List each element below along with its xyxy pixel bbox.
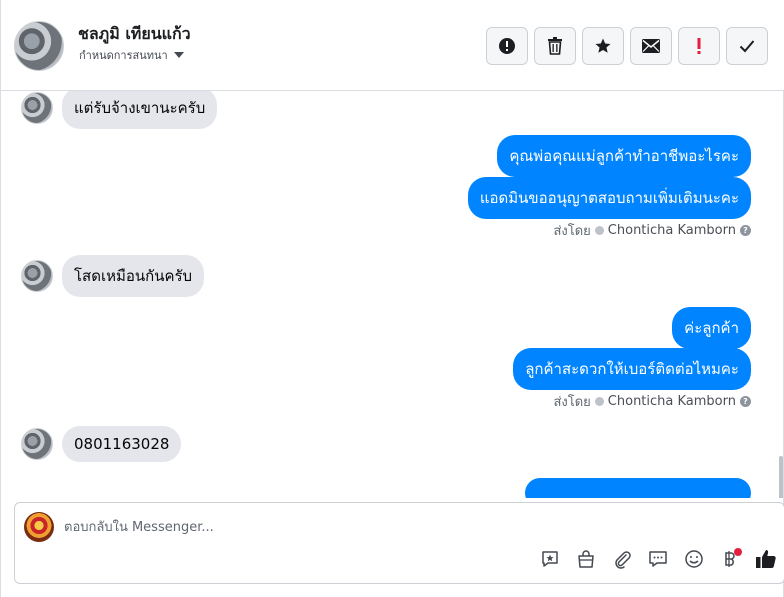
contact-avatar[interactable] xyxy=(14,21,64,71)
assign-conversation-label: กำหนดการสนทนา xyxy=(79,49,168,62)
composer-toolbar xyxy=(538,547,778,571)
contact-name[interactable]: ชลภูมิ เทียนแก้ว xyxy=(78,22,191,47)
emoji-button[interactable] xyxy=(682,547,706,571)
verified-icon xyxy=(594,397,604,406)
mark-done-button[interactable] xyxy=(726,27,768,65)
attachment-icon xyxy=(615,551,631,569)
sent-by-line: ส่งโดย Chonticha Kamborn ? xyxy=(553,220,751,241)
shop-button[interactable] xyxy=(574,547,598,571)
spam-button[interactable] xyxy=(486,27,528,65)
shop-bag-icon xyxy=(578,550,594,568)
chat-bubble-icon xyxy=(649,551,667,567)
check-icon xyxy=(739,40,755,53)
payment-button[interactable] xyxy=(718,547,742,571)
sender-avatar xyxy=(21,428,53,460)
chat-button[interactable] xyxy=(646,547,670,571)
outgoing-message-bubble-partial[interactable] xyxy=(525,478,751,498)
incoming-message-bubble[interactable]: โสดเหมือนกันครับ xyxy=(62,255,205,297)
conversation-panel: ชลภูมิ เทียนแก้ว กำหนดการสนทนา แต่รับจ้า… xyxy=(0,0,784,597)
message-list: แต่รับจ้างเขานะครับ คุณพ่อคุณแม่ลูกค้าทำ… xyxy=(1,91,783,498)
mark-unread-button[interactable] xyxy=(630,27,672,65)
like-button[interactable] xyxy=(754,547,778,571)
incoming-message-bubble[interactable]: 0801163028 xyxy=(62,426,182,462)
incoming-message-row: โสดเหมือนกันครับ xyxy=(21,255,205,297)
sender-avatar xyxy=(21,92,53,124)
message-list-scrollbar[interactable] xyxy=(779,456,783,498)
sent-by-agent[interactable]: Chonticha Kamborn xyxy=(608,394,736,409)
assign-conversation-dropdown[interactable]: กำหนดการสนทนา xyxy=(79,46,184,64)
alert-circle-icon xyxy=(499,38,515,54)
follow-up-button[interactable] xyxy=(678,27,720,65)
notification-dot xyxy=(734,548,742,556)
star-icon xyxy=(595,38,611,53)
reply-composer xyxy=(14,502,784,584)
verified-icon xyxy=(594,226,604,235)
conversation-toolbar xyxy=(486,27,768,65)
sent-by-label: ส่งโดย xyxy=(553,224,591,239)
saved-reply-button[interactable] xyxy=(538,547,562,571)
outgoing-message-bubble[interactable]: คุณพ่อคุณแม่ลูกค้าทำอาชีพอะไรคะ xyxy=(497,135,751,177)
page-avatar xyxy=(24,512,54,542)
sent-by-label: ส่งโดย xyxy=(553,395,591,410)
caret-down-icon xyxy=(173,52,184,58)
conversation-header: ชลภูมิ เทียนแก้ว กำหนดการสนทนา xyxy=(1,0,784,91)
envelope-icon xyxy=(642,39,660,53)
emoji-icon xyxy=(685,550,703,568)
outgoing-message-bubble[interactable]: ค่ะลูกค้า xyxy=(672,307,751,349)
like-icon xyxy=(756,550,776,568)
attach-button[interactable] xyxy=(610,547,634,571)
incoming-message-row: แต่รับจ้างเขานะครับ xyxy=(21,91,218,129)
star-button[interactable] xyxy=(582,27,624,65)
outgoing-message-bubble[interactable]: แอดมินขออนุญาตสอบถามเพิ่มเติมนะคะ xyxy=(467,177,751,219)
reply-input[interactable] xyxy=(64,517,744,537)
help-icon[interactable]: ? xyxy=(740,396,751,407)
help-icon[interactable]: ? xyxy=(740,225,751,236)
sent-by-agent[interactable]: Chonticha Kamborn xyxy=(608,223,736,238)
sender-avatar xyxy=(21,260,53,292)
trash-icon xyxy=(548,37,562,55)
delete-button[interactable] xyxy=(534,27,576,65)
outgoing-message-bubble[interactable]: ลูกค้าสะดวกให้เบอร์ติดต่อไหมคะ xyxy=(513,348,751,390)
incoming-message-row: 0801163028 xyxy=(21,426,182,462)
exclamation-icon xyxy=(697,38,701,54)
saved-reply-icon xyxy=(542,551,558,567)
incoming-message-bubble[interactable]: แต่รับจ้างเขานะครับ xyxy=(62,91,218,129)
sent-by-line: ส่งโดย Chonticha Kamborn ? xyxy=(553,391,751,412)
